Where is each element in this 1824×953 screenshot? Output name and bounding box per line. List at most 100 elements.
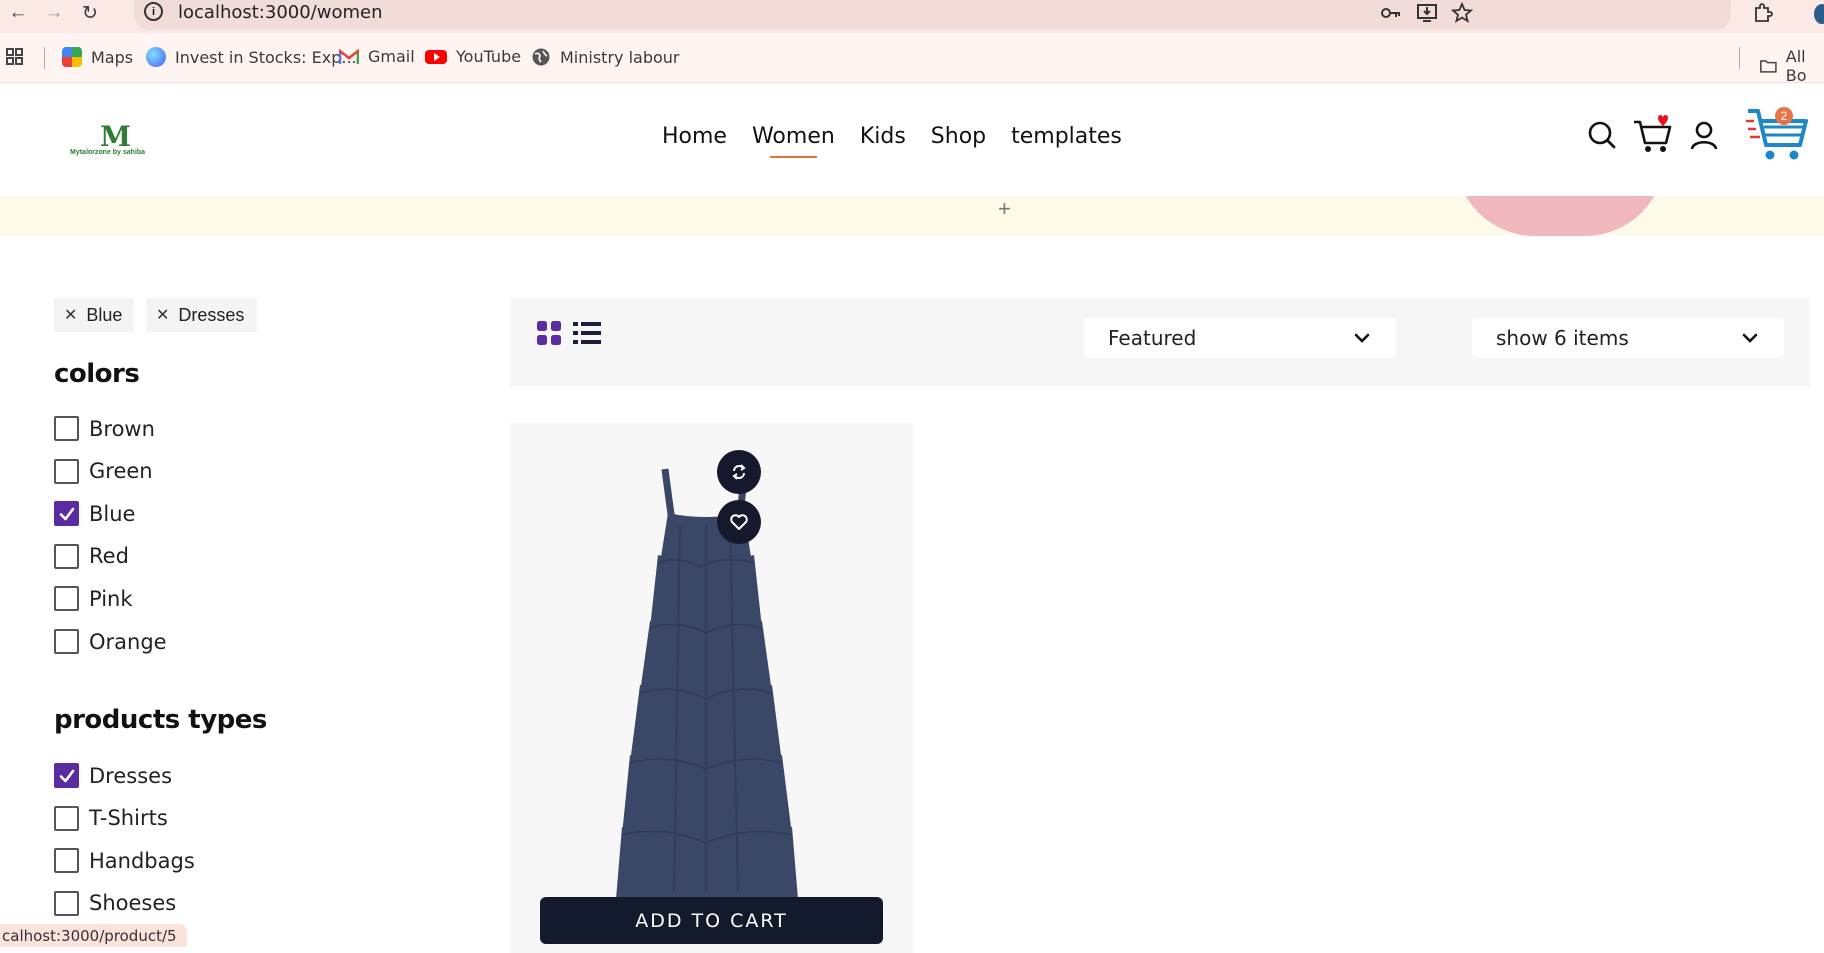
- all-bookmarks[interactable]: All Bo: [1760, 47, 1824, 85]
- checkbox-label: Green: [89, 459, 153, 484]
- gmail-icon: [339, 48, 359, 64]
- checkbox[interactable]: [54, 805, 79, 831]
- checkmark-icon: [59, 769, 74, 782]
- bookmark-invest[interactable]: Invest in Stocks: Exp...: [146, 47, 357, 67]
- nav-templates[interactable]: templates: [1011, 124, 1122, 149]
- checkbox[interactable]: [54, 763, 79, 788]
- bookmark-maps[interactable]: Maps: [62, 47, 133, 67]
- bookmark-label: YouTube: [456, 47, 522, 66]
- filter-option-shoeses[interactable]: Shoeses: [54, 890, 177, 916]
- browser-toolbar: ← → ↻ i localhost:3000/women: [0, 0, 1824, 33]
- filter-option-t-shirts[interactable]: T-Shirts: [54, 805, 168, 831]
- product-image[interactable]: [570, 463, 840, 899]
- filter-option-pink[interactable]: Pink: [54, 586, 133, 612]
- bookmark-label: Invest in Stocks: Exp...: [175, 47, 357, 67]
- bookmark-label: Ministry labour: [560, 47, 680, 67]
- wishlist-button[interactable]: [717, 500, 761, 544]
- address-bar[interactable]: i localhost:3000/women: [134, 0, 1731, 30]
- search-icon[interactable]: [1585, 118, 1619, 152]
- filter-option-orange[interactable]: Orange: [54, 629, 167, 654]
- checkbox-label: Brown: [89, 416, 155, 441]
- heart-icon: [730, 514, 748, 530]
- checkbox-label: Orange: [89, 629, 167, 654]
- password-key-icon[interactable]: [1380, 2, 1402, 24]
- chip-label: Dresses: [178, 304, 245, 325]
- bookmark-label: Gmail: [368, 47, 415, 66]
- add-to-cart-button[interactable]: ADD TO CART: [540, 897, 883, 944]
- link-status-bubble: calhost:3000/product/5: [0, 924, 187, 947]
- banner-image: [1455, 196, 1665, 236]
- maps-icon: [62, 47, 82, 67]
- bookmarks-divider: [44, 47, 45, 69]
- user-icon[interactable]: [1687, 118, 1721, 152]
- checkbox[interactable]: [54, 458, 79, 484]
- filter-option-red[interactable]: Red: [54, 543, 129, 569]
- nav-kids[interactable]: Kids: [860, 124, 906, 149]
- list-view-icon[interactable]: [572, 320, 602, 346]
- site-logo[interactable]: M Mytalorzone by sahiba: [68, 120, 168, 162]
- chip-label: Blue: [86, 304, 123, 325]
- checkbox[interactable]: [54, 501, 79, 527]
- checkbox-label: Dresses: [89, 763, 173, 788]
- logo-text: Mytalorzone by sahiba: [70, 149, 146, 156]
- checkbox[interactable]: [54, 629, 79, 654]
- filter-option-handbags[interactable]: Handbags: [54, 848, 195, 874]
- grid-view-icon[interactable]: [536, 320, 562, 346]
- active-filter-chip[interactable]: ✕ Dresses: [146, 298, 257, 332]
- colors-heading: colors: [54, 359, 140, 389]
- reload-icon[interactable]: ↻: [72, 0, 108, 26]
- checkbox[interactable]: [54, 848, 79, 874]
- cart-count-badge: 2: [1775, 107, 1793, 125]
- nav-shop[interactable]: Shop: [931, 124, 986, 149]
- extensions-puzzle-icon[interactable]: [1752, 2, 1774, 24]
- back-arrow-icon[interactable]: ←: [0, 0, 36, 26]
- checkbox[interactable]: [54, 890, 79, 916]
- bookmarks-divider: [1739, 47, 1740, 69]
- nav-home[interactable]: Home: [662, 124, 727, 149]
- checkbox-label: Blue: [89, 501, 136, 526]
- apps-grid-icon[interactable]: [5, 47, 25, 67]
- site-header: M Mytalorzone by sahiba Home Women Kids …: [0, 83, 1824, 196]
- filter-option-brown[interactable]: Brown: [54, 416, 155, 441]
- product-toolbar: Featured show 6 items: [510, 298, 1810, 386]
- bookmark-ministry[interactable]: Ministry labour: [531, 47, 680, 67]
- checkbox-label: Pink: [89, 586, 133, 611]
- hero-banner-strip: +: [0, 196, 1824, 236]
- bookmark-gmail[interactable]: Gmail: [339, 47, 415, 66]
- checkbox-label: T-Shirts: [89, 806, 168, 831]
- wishlist-cart-icon[interactable]: [1632, 113, 1674, 155]
- sort-value: Featured: [1108, 326, 1197, 350]
- globe-icon: [532, 48, 550, 66]
- folder-icon: [1760, 60, 1777, 73]
- checkbox-label: Red: [89, 544, 129, 569]
- youtube-icon: [425, 49, 447, 64]
- sort-select[interactable]: Featured: [1084, 318, 1396, 358]
- compare-button[interactable]: [717, 450, 761, 494]
- invest-icon: [146, 47, 166, 67]
- nav-women[interactable]: Women: [752, 124, 835, 158]
- profile-avatar[interactable]: [1814, 4, 1824, 24]
- checkbox[interactable]: [54, 416, 79, 441]
- install-app-icon[interactable]: [1416, 2, 1438, 24]
- plus-icon[interactable]: +: [998, 196, 1011, 222]
- items-per-page-select[interactable]: show 6 items: [1472, 318, 1784, 358]
- active-filter-chip[interactable]: ✕ Blue: [54, 298, 134, 332]
- checkbox[interactable]: [54, 543, 79, 569]
- filter-option-blue[interactable]: Blue: [54, 501, 136, 527]
- main-nav: Home Women Kids Shop templates: [662, 124, 1122, 158]
- product-card[interactable]: ADD TO CART: [510, 423, 913, 953]
- bookmarks-bar: Maps Invest in Stocks: Exp... Gmail YouT…: [0, 33, 1824, 85]
- url-text[interactable]: localhost:3000/women: [178, 2, 383, 23]
- forward-arrow-icon[interactable]: →: [36, 0, 72, 26]
- chevron-down-icon: [1742, 333, 1758, 343]
- filter-option-green[interactable]: Green: [54, 458, 153, 484]
- checkbox-label: Shoeses: [89, 891, 177, 916]
- remove-x-icon[interactable]: ✕: [64, 305, 77, 325]
- bookmark-star-icon[interactable]: [1451, 2, 1473, 24]
- bookmark-youtube[interactable]: YouTube: [425, 47, 521, 66]
- remove-x-icon[interactable]: ✕: [156, 305, 169, 325]
- checkmark-icon: [59, 507, 74, 520]
- filter-option-dresses[interactable]: Dresses: [54, 763, 172, 788]
- site-info-icon[interactable]: i: [144, 2, 163, 21]
- checkbox[interactable]: [54, 586, 79, 612]
